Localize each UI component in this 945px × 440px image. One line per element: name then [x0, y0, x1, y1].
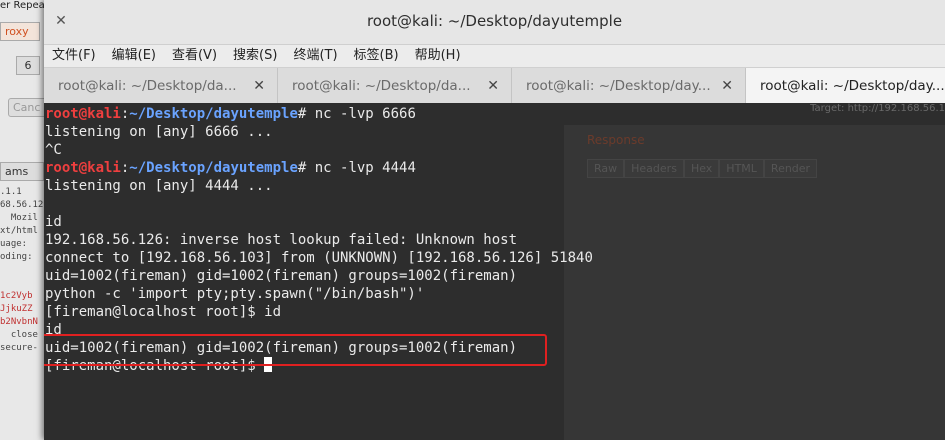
background-proxy-tab[interactable]: roxy	[0, 22, 40, 41]
background-params-tab[interactable]: ams	[0, 162, 44, 181]
menu-tabs[interactable]: 标签(B)	[354, 48, 399, 63]
ghost-tab: HTML	[719, 159, 764, 178]
tab-terminal-2[interactable]: root@kali: ~/Desktop/da... ✕	[278, 68, 512, 104]
output-line: ^C	[45, 142, 62, 158]
tab-terminal-3[interactable]: root@kali: ~/Desktop/day... ✕	[512, 68, 746, 104]
req-line: oding:	[0, 252, 33, 262]
command-text: nc -lvp 4444	[314, 160, 416, 176]
terminal-output[interactable]: Target: http://192.168.56.1 Response Raw…	[44, 103, 945, 440]
menu-terminal[interactable]: 终端(T)	[293, 48, 337, 63]
title-bar[interactable]: ✕ root@kali: ~/Desktop/dayutemple	[44, 0, 945, 45]
background-request-text: .1.1 68.56.126:666 Mozil xt/html uage: o…	[0, 186, 46, 355]
menu-edit[interactable]: 编辑(E)	[112, 48, 156, 63]
ghost-target-text: Target: http://192.168.56.1	[810, 103, 945, 114]
command-text: nc -lvp 6666	[314, 106, 416, 122]
ghost-tab: Headers	[624, 159, 684, 178]
ghost-tab: Hex	[683, 159, 720, 178]
ghost-tab: Render	[763, 159, 818, 178]
req-line: .1.1	[0, 187, 22, 197]
tab-terminal-1[interactable]: root@kali: ~/Desktop/da... ✕	[44, 68, 278, 104]
menu-help[interactable]: 帮助(H)	[415, 48, 461, 63]
output-line: listening on [any] 6666 ...	[45, 124, 273, 140]
background-cancel-button[interactable]: Canc	[8, 98, 48, 117]
tab-label: root@kali: ~/Desktop/day...	[760, 78, 945, 94]
close-icon[interactable]: ✕	[52, 12, 70, 30]
output-line: [fireman@localhost root]$ id	[45, 304, 282, 320]
tab-terminal-4-active[interactable]: root@kali: ~/Desktop/day...	[746, 68, 945, 104]
req-line: JjkuZZ	[0, 304, 33, 314]
tab-label: root@kali: ~/Desktop/da...	[292, 78, 471, 94]
tab-label: root@kali: ~/Desktop/day...	[526, 78, 711, 94]
tab-close-icon[interactable]: ✕	[721, 68, 733, 104]
prompt-user: root@kali	[45, 106, 121, 122]
req-line: uage:	[0, 239, 28, 249]
req-line: 1c2Vyb	[0, 291, 33, 301]
menu-bar: 文件(F) 编辑(E) 查看(V) 搜索(S) 终端(T) 标签(B) 帮助(H)	[44, 45, 945, 68]
window-title: root@kali: ~/Desktop/dayutemple	[366, 12, 623, 30]
ghost-tabs: Raw Headers Hex HTML Render	[587, 159, 818, 178]
prompt-line: root@kali:~/Desktop/dayutemple# nc -lvp …	[45, 160, 416, 176]
req-line: close	[0, 330, 38, 340]
menu-file[interactable]: 文件(F)	[52, 48, 96, 63]
output-line: listening on [any] 4444 ...	[45, 178, 273, 194]
background-tab-six[interactable]: 6	[16, 56, 40, 75]
prompt-line: root@kali:~/Desktop/dayutemple# nc -lvp …	[45, 106, 416, 122]
req-line: b2NvbnN	[0, 317, 38, 327]
output-line: uid=1002(fireman) gid=1002(fireman) grou…	[45, 268, 518, 284]
tab-close-icon[interactable]: ✕	[253, 68, 265, 104]
prompt-end: #	[297, 160, 315, 176]
highlight-box	[44, 334, 547, 366]
prompt-path: ~/Desktop/dayutemple	[129, 106, 298, 122]
output-line: python -c 'import pty;pty.spawn("/bin/ba…	[45, 286, 425, 302]
req-line: secure-	[0, 343, 38, 353]
prompt-user: root@kali	[45, 160, 121, 176]
menu-search[interactable]: 搜索(S)	[233, 48, 277, 63]
tab-close-icon[interactable]: ✕	[487, 68, 499, 104]
req-line: 68.56.126:666	[0, 200, 46, 210]
terminal-window: ✕ root@kali: ~/Desktop/dayutemple 文件(F) 编…	[44, 0, 945, 440]
prompt-end: #	[297, 106, 315, 122]
req-line: Mozil	[0, 213, 38, 223]
tab-label: root@kali: ~/Desktop/da...	[58, 78, 237, 94]
output-line: id	[45, 214, 62, 230]
output-line: connect to [192.168.56.103] from (UNKNOW…	[45, 250, 593, 266]
tab-bar: root@kali: ~/Desktop/da... ✕ root@kali: …	[44, 68, 945, 105]
output-line: 192.168.56.126: inverse host lookup fail…	[45, 232, 518, 248]
ghost-response-label: Response	[587, 133, 645, 147]
prompt-path: ~/Desktop/dayutemple	[129, 160, 298, 176]
menu-view[interactable]: 查看(V)	[172, 48, 217, 63]
req-line: xt/html	[0, 226, 38, 236]
